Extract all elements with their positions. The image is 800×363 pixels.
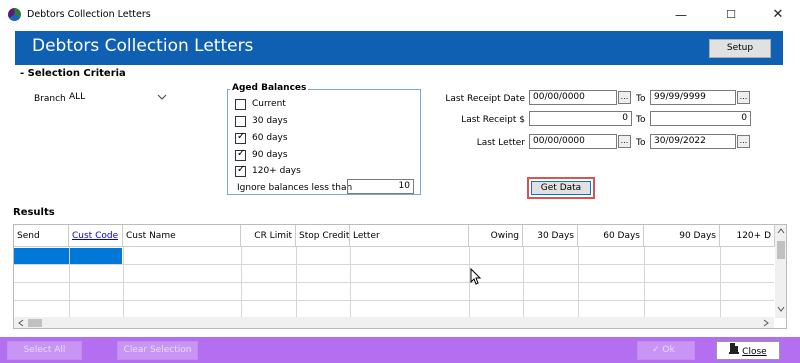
chevron-down-icon bbox=[157, 91, 167, 106]
window-title: Debtors Collection Letters bbox=[27, 9, 151, 20]
checkbox-90-days[interactable]: ✓ bbox=[235, 148, 246, 161]
column-divider bbox=[69, 247, 70, 320]
column-divider bbox=[523, 247, 524, 320]
scroll-down-icon[interactable] bbox=[777, 305, 785, 316]
check-icon: ✓ bbox=[237, 131, 246, 142]
last-receipt-amount-from-input[interactable]: 0 bbox=[529, 111, 632, 126]
ignore-balances-label: Ignore balances less than bbox=[237, 183, 353, 193]
horizontal-scrollbar[interactable] bbox=[14, 317, 774, 328]
column-header-cr-limit[interactable]: CR Limit bbox=[241, 225, 296, 247]
close-door-icon bbox=[729, 342, 740, 361]
checkbox-label-120-days: 120+ days bbox=[252, 166, 301, 176]
column-header-letter[interactable]: Letter bbox=[350, 225, 469, 247]
last-receipt-date-from-input[interactable]: 00/00/0000 bbox=[529, 90, 617, 105]
get-data-highlight: Get Data bbox=[527, 177, 595, 199]
branch-value: ALL bbox=[69, 92, 86, 102]
minimize-button[interactable]: — bbox=[664, 4, 698, 26]
last-letter-from-picker-button[interactable]: ... bbox=[618, 135, 631, 148]
to-label: To bbox=[636, 138, 646, 148]
last-receipt-date-to-input[interactable]: 99/99/9999 bbox=[650, 90, 736, 105]
checkbox-label-current: Current bbox=[252, 99, 286, 109]
last-receipt-amount-label: Last Receipt $ bbox=[461, 115, 525, 125]
column-header-60-days[interactable]: 60 Days bbox=[578, 225, 644, 247]
close-window-button[interactable]: ✕ bbox=[761, 4, 795, 26]
column-divider bbox=[720, 247, 721, 320]
last-receipt-date-label: Last Receipt Date bbox=[445, 94, 525, 104]
last-letter-to-input[interactable]: 30/09/2022 bbox=[650, 134, 736, 149]
column-divider bbox=[296, 247, 297, 320]
checkbox-current[interactable] bbox=[235, 99, 246, 110]
last-letter-from-input[interactable]: 00/00/0000 bbox=[529, 134, 617, 149]
maximize-button[interactable]: ☐ bbox=[714, 4, 748, 26]
get-data-button[interactable]: Get Data bbox=[531, 181, 591, 195]
checkmark-icon: ✓ bbox=[652, 345, 660, 355]
column-header-30-days[interactable]: 30 Days bbox=[523, 225, 578, 247]
app-logo-icon bbox=[8, 8, 21, 21]
column-header-owing[interactable]: Owing bbox=[469, 225, 523, 247]
column-header-90-days[interactable]: 90 Days bbox=[644, 225, 720, 247]
clear-selection-button[interactable]: Clear Selection bbox=[117, 341, 198, 360]
branch-label: Branch bbox=[34, 94, 66, 104]
setup-button[interactable]: Setup bbox=[709, 39, 771, 58]
check-icon: ✓ bbox=[237, 148, 246, 159]
scroll-left-icon[interactable] bbox=[17, 319, 25, 328]
select-all-button[interactable]: Select All bbox=[7, 341, 82, 360]
results-heading: Results bbox=[13, 207, 55, 218]
vertical-scroll-thumb[interactable] bbox=[777, 241, 785, 259]
column-divider bbox=[644, 247, 645, 320]
column-header-stop-credit[interactable]: Stop Credit bbox=[296, 225, 350, 247]
last-receipt-date-to-picker-button[interactable]: ... bbox=[737, 91, 750, 104]
branch-dropdown[interactable]: ALL bbox=[66, 90, 169, 105]
column-header-120-days[interactable]: 120+ D bbox=[720, 225, 775, 247]
checkbox-30-days[interactable] bbox=[235, 116, 246, 127]
row-divider bbox=[14, 282, 774, 283]
last-receipt-date-from-picker-button[interactable]: ... bbox=[618, 91, 631, 104]
last-letter-label: Last Letter bbox=[476, 138, 525, 148]
row-divider bbox=[14, 300, 774, 301]
column-header-send[interactable]: Send bbox=[14, 225, 69, 247]
selection-criteria-heading[interactable]: - Selection Criteria bbox=[20, 68, 126, 79]
horizontal-scroll-thumb[interactable] bbox=[28, 319, 42, 327]
check-icon: ✓ bbox=[237, 164, 246, 175]
column-divider bbox=[123, 247, 124, 320]
column-header-cust-name[interactable]: Cust Name bbox=[123, 225, 241, 247]
footer-bar: Select All Clear Selection ✓ Ok Close bbox=[0, 337, 800, 363]
selected-cell[interactable] bbox=[14, 248, 122, 264]
checkbox-60-days[interactable]: ✓ bbox=[235, 131, 246, 144]
column-divider bbox=[350, 247, 351, 320]
ok-label: Ok bbox=[662, 345, 675, 355]
mouse-pointer-icon bbox=[470, 267, 482, 290]
checkbox-label-90-days: 90 days bbox=[252, 150, 288, 160]
results-grid[interactable]: Send Cust Code Cust Name CR Limit Stop C… bbox=[13, 224, 787, 329]
aged-balances-title: Aged Balances bbox=[230, 83, 309, 93]
close-button[interactable]: Close bbox=[716, 341, 780, 360]
close-label: Close bbox=[742, 347, 767, 357]
to-label: To bbox=[636, 94, 646, 104]
column-divider bbox=[241, 247, 242, 320]
row-divider bbox=[14, 264, 774, 265]
page-title: Debtors Collection Letters bbox=[32, 36, 254, 56]
ignore-balances-input[interactable]: 10 bbox=[347, 179, 414, 194]
column-divider bbox=[578, 247, 579, 320]
checkbox-label-30-days: 30 days bbox=[252, 116, 288, 126]
column-header-cust-code[interactable]: Cust Code bbox=[69, 225, 123, 247]
last-letter-to-picker-button[interactable]: ... bbox=[737, 135, 750, 148]
checkbox-120-days[interactable]: ✓ bbox=[235, 164, 246, 177]
vertical-scrollbar[interactable] bbox=[775, 225, 786, 318]
scroll-right-icon[interactable] bbox=[762, 319, 770, 328]
last-receipt-amount-to-input[interactable]: 0 bbox=[650, 111, 751, 126]
checkbox-label-60-days: 60 days bbox=[252, 133, 288, 143]
ok-button[interactable]: ✓ Ok bbox=[637, 341, 695, 360]
window-titlebar: Debtors Collection Letters — ☐ ✕ bbox=[0, 0, 800, 30]
to-label: To bbox=[636, 115, 646, 125]
scroll-up-icon[interactable] bbox=[777, 227, 785, 238]
page-header: Debtors Collection Letters Setup bbox=[15, 31, 783, 65]
